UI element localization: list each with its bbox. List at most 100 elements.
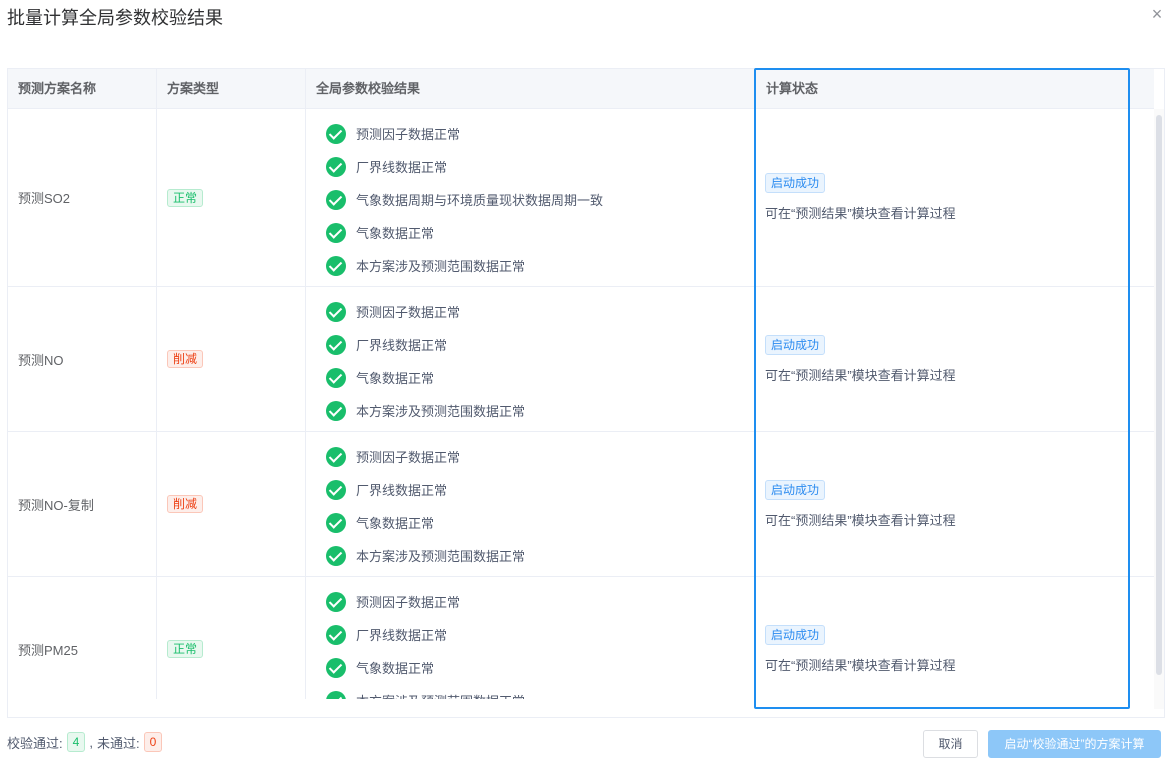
plan-name: 预测PM25 xyxy=(18,642,78,658)
table-row: 预测NO-复制 削减 预测因子数据正常厂界线数据正常 气象数据正常本方案涉及预测范围数… xyxy=(8,432,1154,577)
check-circle-icon xyxy=(326,591,346,612)
check-result-text: 气象数据正常 xyxy=(356,516,435,531)
check-circle-icon xyxy=(326,446,346,467)
check-results-cell: 预测因子数据正常厂界线数据正常气象数据正常本方案涉及预测范围数据正常 xyxy=(306,432,756,576)
pass-label: 校验通过: xyxy=(7,735,63,751)
check-result-item: 厂界线数据正常 xyxy=(326,150,755,183)
check-result-text: 本方案涉及预测范围数据正常 xyxy=(356,691,525,699)
start-calculation-button[interactable]: 启动“校验通过”的方案计算 xyxy=(988,730,1161,758)
status-description: 可在“预测结果”模块查看计算过程 xyxy=(765,367,956,383)
plan-type-cell: 正常 xyxy=(157,109,306,286)
check-result-text: 本方案涉及预测范围数据正常 xyxy=(356,549,526,564)
status-badge: 启动成功 xyxy=(765,479,826,500)
plan-name: 预测SO2 xyxy=(18,191,71,206)
check-result-text: 本方案涉及预测范围数据正常 xyxy=(356,259,526,274)
check-circle-icon xyxy=(326,690,346,699)
calc-status-cell: 启动成功可在“预测结果”模块查看计算过程 xyxy=(756,432,1154,576)
check-result-item: 预测因子数据正常 xyxy=(326,585,755,618)
table-header: 预测方案名称 方案类型 全局参数校验结果 计算状态 xyxy=(8,69,1154,109)
plan-type-cell: 削减 xyxy=(157,432,306,576)
check-circle-icon xyxy=(326,512,346,533)
table-row: 预测NO 削减 预测因子数据正常 厂界线数据正常 气象数据正常本方案涉及预测范围数据正常… xyxy=(8,287,1154,432)
plan-name-cell: 预测NO xyxy=(8,287,157,431)
check-result-item: 气象数据周期与环境质量现状数据周期一致 xyxy=(326,183,755,216)
check-circle-icon xyxy=(326,255,346,276)
plan-type-tag: 削减 xyxy=(167,350,204,368)
check-result-item: 气象数据正常 xyxy=(326,506,755,539)
check-circle-icon xyxy=(326,479,346,500)
check-result-text: 预测因子数据正常 xyxy=(356,595,461,610)
calc-status-cell: 启动成功可在“预测结果”模块查看计算过程 xyxy=(756,287,1154,431)
close-icon[interactable]: × xyxy=(1148,5,1166,23)
status-description: 可在“预测结果”模块查看计算过程 xyxy=(765,206,956,221)
plan-type-cell: 削减 xyxy=(157,287,306,431)
check-circle-icon xyxy=(326,624,346,645)
check-circle-icon xyxy=(326,545,346,566)
check-result-item: 气象数据正常 xyxy=(326,216,755,249)
check-result-item: 本方案涉及预测范围数据正常 xyxy=(326,394,755,427)
plan-name-cell: 预测PM25 xyxy=(8,577,157,699)
calc-status-cell: 启动成功可在“预测结果”模块查看计算过程 xyxy=(756,577,1154,699)
dialog-title: 批量计算全局参数校验结果 xyxy=(7,8,223,28)
check-circle-icon xyxy=(326,301,346,322)
status-badge: 启动成功 xyxy=(765,173,826,193)
plan-name: 预测NO-复制 xyxy=(18,497,94,513)
status-badge: 启动成功 xyxy=(765,334,826,355)
check-results-cell: 预测因子数据正常厂界线数据正常气象数据正常本方案涉及预测范围数据正常 xyxy=(306,287,756,431)
fail-label: 未通过: xyxy=(96,735,140,751)
cancel-button[interactable]: 取消 xyxy=(923,730,978,758)
check-result-item: 本方案涉及预测范围数据正常 xyxy=(326,249,755,282)
header-plan-type: 方案类型 xyxy=(157,69,306,109)
check-circle-icon xyxy=(326,123,346,144)
plan-type-tag: 正常 xyxy=(167,640,204,658)
check-result-item: 本方案涉及预测范围数据正常 xyxy=(326,684,755,699)
separator: , xyxy=(89,734,93,750)
plan-type-tag: 正常 xyxy=(167,188,204,207)
check-result-item: 气象数据正常 xyxy=(326,651,755,684)
check-result-text: 气象数据正常 xyxy=(356,661,435,676)
check-result-text: 气象数据周期与环境质量现状数据周期一致 xyxy=(356,193,604,208)
check-result-text: 厂界线数据正常 xyxy=(356,483,448,498)
check-results-cell: 预测因子数据正常 厂界线数据正常气象数据周期与环境质量现状数据周期一致 气象数据正常… xyxy=(306,109,756,286)
fail-count-badge: 0 xyxy=(143,732,163,752)
scrollbar-thumb[interactable] xyxy=(1156,115,1162,675)
check-result-item: 厂界线数据正常 xyxy=(326,473,755,506)
check-result-text: 厂界线数据正常 xyxy=(356,628,448,643)
plan-type-cell: 正常 xyxy=(157,577,306,699)
check-circle-icon xyxy=(326,367,346,388)
check-circle-icon xyxy=(326,334,346,355)
status-badge: 启动成功 xyxy=(765,624,826,645)
plan-name-cell: 预测SO2 xyxy=(8,109,157,286)
check-result-text: 本方案涉及预测范围数据正常 xyxy=(356,404,526,419)
check-result-item: 预测因子数据正常 xyxy=(326,440,755,473)
check-result-text: 预测因子数据正常 xyxy=(356,127,461,142)
calc-status-cell: 启动成功可在“预测结果”模块查看计算过程 xyxy=(756,109,1154,286)
header-check-results: 全局参数校验结果 xyxy=(306,69,756,109)
table-scrollbar[interactable] xyxy=(1154,109,1164,709)
check-result-item: 预测因子数据正常 xyxy=(326,295,755,328)
plan-type-tag: 削减 xyxy=(167,495,204,513)
table-row: 预测PM25 正常 预测因子数据正常厂界线数据正常气象数据正常本方案涉及预测范围数据… xyxy=(8,577,1154,699)
check-circle-icon xyxy=(326,657,346,678)
check-results-cell: 预测因子数据正常厂界线数据正常气象数据正常本方案涉及预测范围数据正常 xyxy=(306,577,756,699)
check-result-text: 气象数据正常 xyxy=(356,226,435,241)
check-result-text: 气象数据正常 xyxy=(356,371,435,386)
table-body[interactable]: 预测SO2 正常 预测因子数据正常 厂界线数据正常 气象数据周期与环境质量现状数据周期一… xyxy=(8,109,1154,699)
check-circle-icon xyxy=(326,222,346,243)
check-result-text: 预测因子数据正常 xyxy=(356,305,461,320)
status-description: 可在“预测结果”模块查看计算过程 xyxy=(765,512,956,528)
check-circle-icon xyxy=(326,189,346,210)
header-calc-status: 计算状态 xyxy=(766,81,819,96)
check-result-text: 厂界线数据正常 xyxy=(356,160,448,175)
check-result-text: 厂界线数据正常 xyxy=(356,338,448,353)
plan-name: 预测NO xyxy=(18,352,64,368)
check-circle-icon xyxy=(326,400,346,421)
check-result-item: 厂界线数据正常 xyxy=(326,328,755,361)
pass-count-badge: 4 xyxy=(66,732,86,752)
check-result-item: 厂界线数据正常 xyxy=(326,618,755,651)
check-result-item: 本方案涉及预测范围数据正常 xyxy=(326,539,755,572)
status-description: 可在“预测结果”模块查看计算过程 xyxy=(765,657,956,673)
table-row: 预测SO2 正常 预测因子数据正常 厂界线数据正常气象数据周期与环境质量现状数据周期一… xyxy=(8,109,1154,287)
results-table: 预测方案名称 方案类型 全局参数校验结果 计算状态 预测SO2 正常 预测因子数据正… xyxy=(7,68,1165,718)
header-plan-name: 预测方案名称 xyxy=(8,69,157,109)
